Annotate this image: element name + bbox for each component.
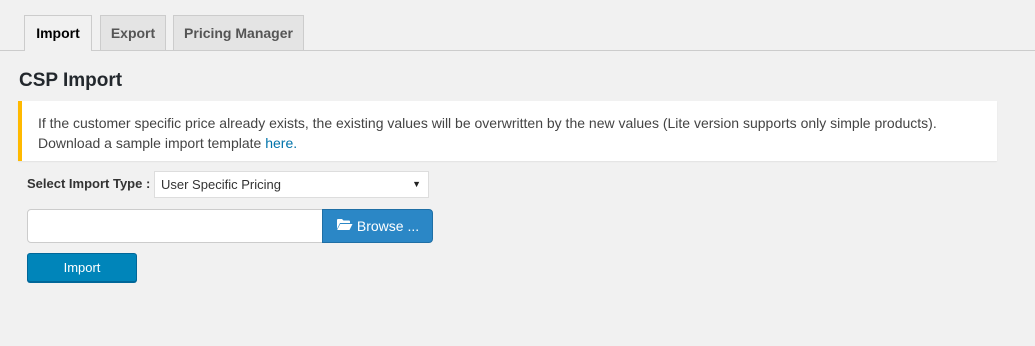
- import-type-label: Select Import Type :: [27, 176, 151, 191]
- page-title: CSP Import: [19, 70, 123, 91]
- browse-button-label: Browse ...: [356, 218, 420, 234]
- tab-bar: Import Export Pricing Manager: [0, 0, 1035, 51]
- import-button[interactable]: Import: [27, 253, 137, 282]
- tab-export[interactable]: Export: [100, 15, 166, 50]
- tab-bar-divider: [0, 50, 1035, 51]
- import-type-selected-value: User Specific Pricing: [161, 177, 281, 192]
- notice-text-line1: If the customer specific price already e…: [38, 115, 937, 131]
- sample-template-link[interactable]: here.: [265, 135, 297, 151]
- notice-text-line2: Download a sample import template: [38, 135, 266, 151]
- browse-button[interactable]: Browse ...: [322, 209, 433, 243]
- tab-import[interactable]: Import: [24, 15, 92, 51]
- import-type-select[interactable]: User Specific Pricing ▼: [154, 171, 429, 198]
- folder-open-icon: [336, 210, 353, 242]
- chevron-down-icon: ▼: [412, 179, 421, 189]
- file-path-input[interactable]: [27, 209, 323, 243]
- warning-notice: If the customer specific price already e…: [18, 101, 997, 161]
- tab-pricing-manager[interactable]: Pricing Manager: [173, 15, 304, 50]
